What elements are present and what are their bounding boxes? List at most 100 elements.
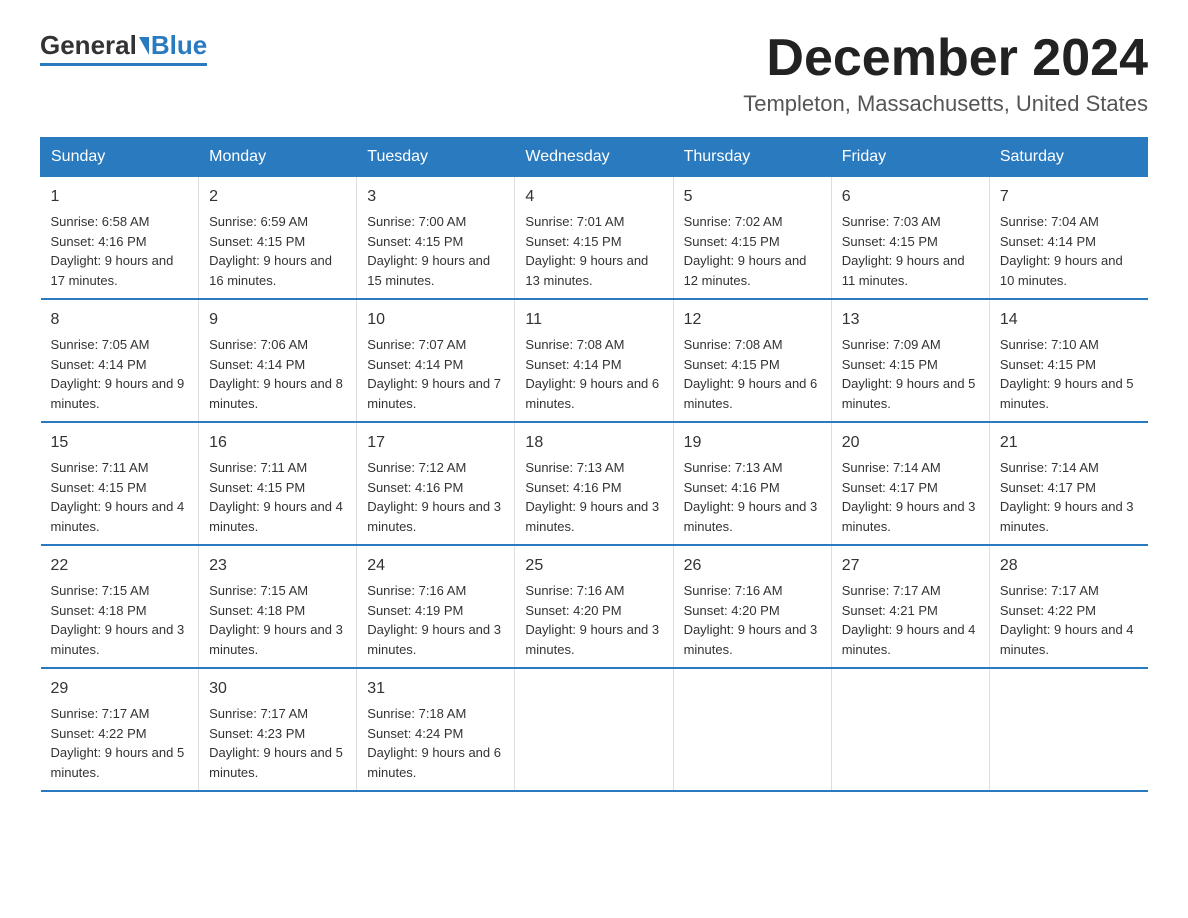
day-number: 9 xyxy=(209,308,346,332)
day-info: Sunrise: 7:13 AMSunset: 4:16 PMDaylight:… xyxy=(525,460,659,534)
header-tuesday: Tuesday xyxy=(357,138,515,177)
day-number: 13 xyxy=(842,308,979,332)
calendar-title-area: December 2024 Templeton, Massachusetts, … xyxy=(743,30,1148,117)
calendar-cell: 3 Sunrise: 7:00 AMSunset: 4:15 PMDaylight… xyxy=(357,177,515,300)
logo-general-text: General xyxy=(40,30,137,61)
logo-underline xyxy=(40,63,207,66)
day-number: 10 xyxy=(367,308,504,332)
calendar-cell: 25 Sunrise: 7:16 AMSunset: 4:20 PMDayligh… xyxy=(515,545,673,668)
day-info: Sunrise: 7:08 AMSunset: 4:14 PMDaylight:… xyxy=(525,337,659,411)
calendar-cell: 14 Sunrise: 7:10 AMSunset: 4:15 PMDayligh… xyxy=(989,299,1147,422)
calendar-cell: 30 Sunrise: 7:17 AMSunset: 4:23 PMDayligh… xyxy=(199,668,357,791)
day-number: 27 xyxy=(842,554,979,578)
calendar-cell: 7Sunrise: 7:04 AMSunset: 4:14 PMDaylight… xyxy=(989,177,1147,300)
day-info: Sunrise: 7:17 AMSunset: 4:21 PMDaylight:… xyxy=(842,583,976,657)
logo: General Blue xyxy=(40,30,207,66)
calendar-cell: 15Sunrise: 7:11 AMSunset: 4:15 PMDayligh… xyxy=(41,422,199,545)
calendar-cell: 28 Sunrise: 7:17 AMSunset: 4:22 PMDayligh… xyxy=(989,545,1147,668)
calendar-cell: 13Sunrise: 7:09 AMSunset: 4:15 PMDayligh… xyxy=(831,299,989,422)
day-number: 17 xyxy=(367,431,504,455)
day-info: Sunrise: 7:16 AMSunset: 4:20 PMDaylight:… xyxy=(684,583,818,657)
header-saturday: Saturday xyxy=(989,138,1147,177)
calendar-cell: 18 Sunrise: 7:13 AMSunset: 4:16 PMDayligh… xyxy=(515,422,673,545)
day-info: Sunrise: 7:02 AMSunset: 4:15 PMDaylight:… xyxy=(684,214,807,288)
calendar-cell: 21 Sunrise: 7:14 AMSunset: 4:17 PMDayligh… xyxy=(989,422,1147,545)
header-sunday: Sunday xyxy=(41,138,199,177)
day-number: 4 xyxy=(525,185,662,209)
day-info: Sunrise: 7:14 AMSunset: 4:17 PMDaylight:… xyxy=(842,460,976,534)
calendar-cell xyxy=(673,668,831,791)
day-info: Sunrise: 7:03 AMSunset: 4:15 PMDaylight:… xyxy=(842,214,965,288)
day-number: 20 xyxy=(842,431,979,455)
header-friday: Friday xyxy=(831,138,989,177)
day-info: Sunrise: 6:59 AMSunset: 4:15 PMDaylight:… xyxy=(209,214,332,288)
calendar-cell: 10 Sunrise: 7:07 AMSunset: 4:14 PMDayligh… xyxy=(357,299,515,422)
day-info: Sunrise: 7:17 AMSunset: 4:22 PMDaylight:… xyxy=(1000,583,1134,657)
calendar-week-row: 22 Sunrise: 7:15 AMSunset: 4:18 PMDayligh… xyxy=(41,545,1148,668)
day-number: 6 xyxy=(842,185,979,209)
day-info: Sunrise: 7:14 AMSunset: 4:17 PMDaylight:… xyxy=(1000,460,1134,534)
calendar-cell: 22 Sunrise: 7:15 AMSunset: 4:18 PMDayligh… xyxy=(41,545,199,668)
calendar-cell: 8Sunrise: 7:05 AMSunset: 4:14 PMDaylight… xyxy=(41,299,199,422)
day-number: 14 xyxy=(1000,308,1138,332)
day-info: Sunrise: 7:06 AMSunset: 4:14 PMDaylight:… xyxy=(209,337,343,411)
calendar-cell: 24 Sunrise: 7:16 AMSunset: 4:19 PMDayligh… xyxy=(357,545,515,668)
day-info: Sunrise: 7:04 AMSunset: 4:14 PMDaylight:… xyxy=(1000,214,1123,288)
day-number: 3 xyxy=(367,185,504,209)
day-number: 2 xyxy=(209,185,346,209)
day-number: 24 xyxy=(367,554,504,578)
day-number: 30 xyxy=(209,677,346,701)
header-wednesday: Wednesday xyxy=(515,138,673,177)
calendar-week-row: 1Sunrise: 6:58 AMSunset: 4:16 PMDaylight… xyxy=(41,177,1148,300)
day-info: Sunrise: 7:15 AMSunset: 4:18 PMDaylight:… xyxy=(51,583,185,657)
calendar-cell: 31 Sunrise: 7:18 AMSunset: 4:24 PMDayligh… xyxy=(357,668,515,791)
day-number: 31 xyxy=(367,677,504,701)
calendar-cell: 9 Sunrise: 7:06 AMSunset: 4:14 PMDaylight… xyxy=(199,299,357,422)
location-subtitle: Templeton, Massachusetts, United States xyxy=(743,91,1148,117)
logo-blue-text: Blue xyxy=(151,30,207,61)
day-number: 23 xyxy=(209,554,346,578)
day-number: 19 xyxy=(684,431,821,455)
day-info: Sunrise: 7:10 AMSunset: 4:15 PMDaylight:… xyxy=(1000,337,1134,411)
day-number: 12 xyxy=(684,308,821,332)
day-number: 28 xyxy=(1000,554,1138,578)
calendar-cell: 1Sunrise: 6:58 AMSunset: 4:16 PMDaylight… xyxy=(41,177,199,300)
calendar-cell xyxy=(831,668,989,791)
day-number: 25 xyxy=(525,554,662,578)
calendar-cell: 26Sunrise: 7:16 AMSunset: 4:20 PMDayligh… xyxy=(673,545,831,668)
day-info: Sunrise: 7:17 AMSunset: 4:22 PMDaylight:… xyxy=(51,706,185,780)
calendar-cell: 20 Sunrise: 7:14 AMSunset: 4:17 PMDayligh… xyxy=(831,422,989,545)
calendar-cell: 11Sunrise: 7:08 AMSunset: 4:14 PMDayligh… xyxy=(515,299,673,422)
calendar-cell: 29Sunrise: 7:17 AMSunset: 4:22 PMDayligh… xyxy=(41,668,199,791)
calendar-cell: 16Sunrise: 7:11 AMSunset: 4:15 PMDayligh… xyxy=(199,422,357,545)
day-number: 1 xyxy=(51,185,189,209)
day-info: Sunrise: 7:16 AMSunset: 4:20 PMDaylight:… xyxy=(525,583,659,657)
calendar-cell: 12 Sunrise: 7:08 AMSunset: 4:15 PMDayligh… xyxy=(673,299,831,422)
month-year-title: December 2024 xyxy=(743,30,1148,87)
day-info: Sunrise: 7:17 AMSunset: 4:23 PMDaylight:… xyxy=(209,706,343,780)
day-info: Sunrise: 7:08 AMSunset: 4:15 PMDaylight:… xyxy=(684,337,818,411)
calendar-cell: 27 Sunrise: 7:17 AMSunset: 4:21 PMDayligh… xyxy=(831,545,989,668)
calendar-cell: 19Sunrise: 7:13 AMSunset: 4:16 PMDayligh… xyxy=(673,422,831,545)
calendar-cell: 23Sunrise: 7:15 AMSunset: 4:18 PMDayligh… xyxy=(199,545,357,668)
calendar-week-row: 29Sunrise: 7:17 AMSunset: 4:22 PMDayligh… xyxy=(41,668,1148,791)
calendar-cell xyxy=(989,668,1147,791)
day-number: 22 xyxy=(51,554,189,578)
day-info: Sunrise: 7:18 AMSunset: 4:24 PMDaylight:… xyxy=(367,706,501,780)
page-header: General Blue December 2024 Templeton, Ma… xyxy=(40,30,1148,117)
calendar-header-row: SundayMondayTuesdayWednesdayThursdayFrid… xyxy=(41,138,1148,177)
day-info: Sunrise: 7:01 AMSunset: 4:15 PMDaylight:… xyxy=(525,214,648,288)
day-info: Sunrise: 7:00 AMSunset: 4:15 PMDaylight:… xyxy=(367,214,490,288)
calendar-cell: 4 Sunrise: 7:01 AMSunset: 4:15 PMDaylight… xyxy=(515,177,673,300)
day-number: 18 xyxy=(525,431,662,455)
calendar-cell: 6 Sunrise: 7:03 AMSunset: 4:15 PMDaylight… xyxy=(831,177,989,300)
header-thursday: Thursday xyxy=(673,138,831,177)
day-info: Sunrise: 7:07 AMSunset: 4:14 PMDaylight:… xyxy=(367,337,501,411)
day-number: 5 xyxy=(684,185,821,209)
calendar-table: SundayMondayTuesdayWednesdayThursdayFrid… xyxy=(40,137,1148,792)
day-info: Sunrise: 7:16 AMSunset: 4:19 PMDaylight:… xyxy=(367,583,501,657)
day-number: 21 xyxy=(1000,431,1138,455)
calendar-cell: 17 Sunrise: 7:12 AMSunset: 4:16 PMDayligh… xyxy=(357,422,515,545)
logo-triangle-icon xyxy=(139,37,149,55)
day-info: Sunrise: 7:12 AMSunset: 4:16 PMDaylight:… xyxy=(367,460,501,534)
